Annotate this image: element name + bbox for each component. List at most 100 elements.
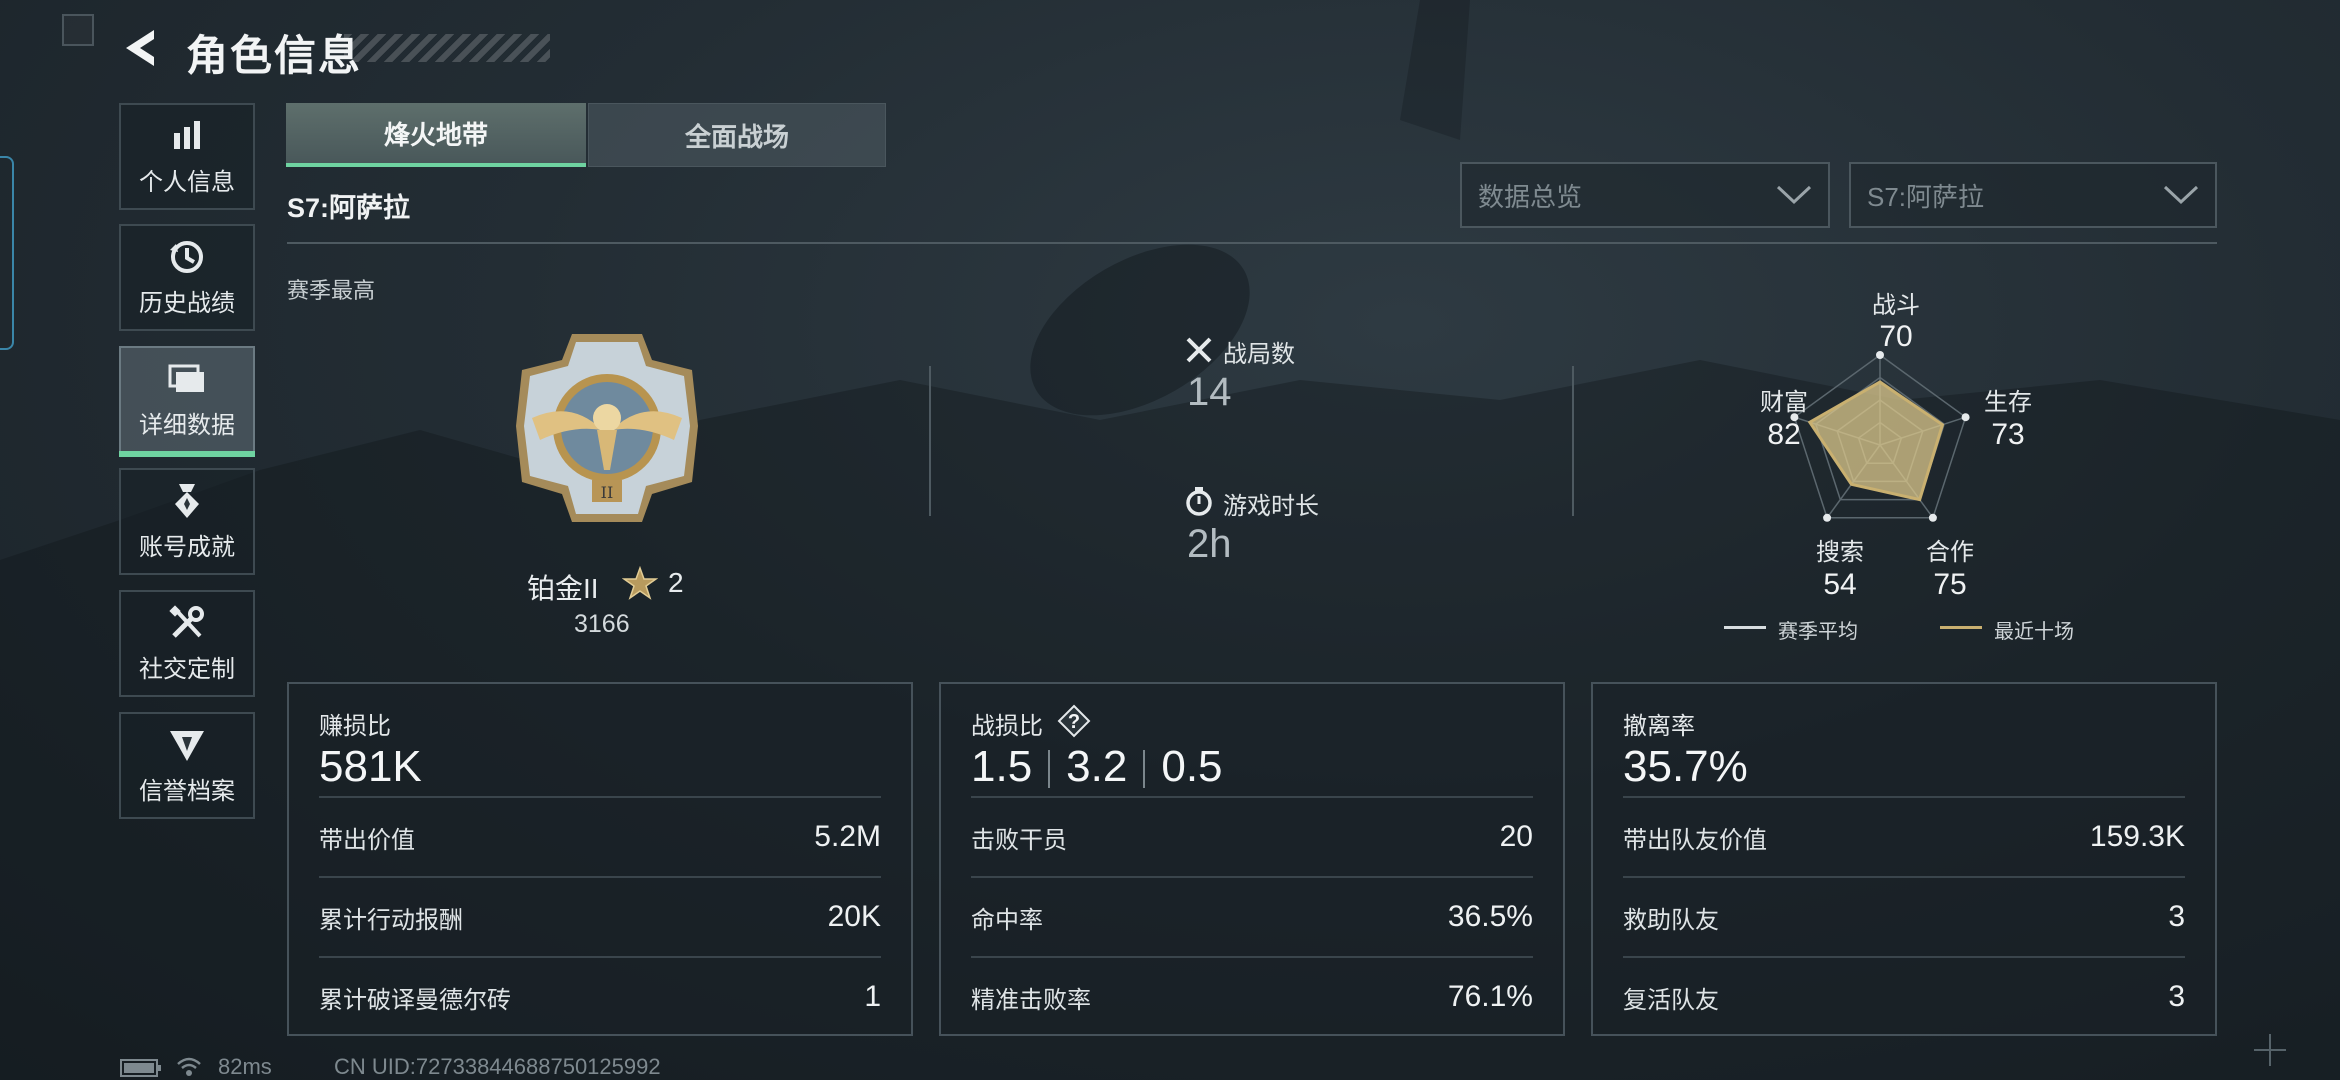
stopwatch-icon <box>1186 487 1212 516</box>
stat-row: 复活队友 3 <box>1623 956 2185 1036</box>
stat-row: 累计破译曼德尔砖 1 <box>319 956 881 1036</box>
profit-stats-card: 赚损比 581K 带出价值 5.2M 累计行动报酬 20K 累计破译曼德尔砖 1 <box>287 682 913 1036</box>
radar-axis-endpoint <box>1928 513 1937 522</box>
sidebar-item-achievements[interactable]: 账号成就 <box>119 468 255 575</box>
tab-full-battlefield[interactable]: 全面战场 <box>588 103 886 167</box>
sidebar-item-label: 历史战绩 <box>139 290 235 317</box>
extraction-rate-label: 撤离率 <box>1623 713 1695 740</box>
sidebar-item-label: 个人信息 <box>139 169 235 196</box>
history-clock-icon <box>167 237 207 277</box>
stat-label: 救助队友 <box>1623 906 1719 934</box>
radar-label-search: 搜索 <box>1816 539 1864 566</box>
tools-icon <box>167 603 207 643</box>
kd-value: 1.5 <box>971 742 1033 791</box>
radar-value-wealth: 82 <box>1767 418 1801 451</box>
radar-series-recent <box>1807 380 1945 502</box>
stat-row: 救助队友 3 <box>1623 876 2185 956</box>
legend-season-avg: 赛季平均 <box>1778 621 1858 643</box>
platinum-rank-emblem: II <box>516 334 698 522</box>
medal-icon <box>167 481 207 521</box>
stat-value: 3 <box>2168 980 2185 1013</box>
season-dropdown[interactable]: S7:阿萨拉 <box>1849 162 2217 228</box>
stat-value: 20 <box>1499 820 1533 853</box>
matches-value: 14 <box>1187 370 1232 414</box>
sidebar-item-label: 信誉档案 <box>139 778 235 805</box>
rank-name: 铂金II <box>527 573 599 604</box>
profit-ratio-value: 581K <box>319 742 422 791</box>
back-arrow-icon <box>126 30 154 66</box>
sidebar-item-detailed-data[interactable]: 详细数据 <box>119 346 255 457</box>
stat-label: 带出队友价值 <box>1623 826 1767 854</box>
crossed-swords-icon <box>1186 337 1212 363</box>
divider <box>1572 366 1574 516</box>
stat-value: 5.2M <box>814 820 881 853</box>
stat-label: 累计破译曼德尔砖 <box>319 986 511 1014</box>
side-edge-handle[interactable] <box>0 156 14 350</box>
stat-value: 76.1% <box>1447 980 1533 1013</box>
star-icon <box>622 566 658 600</box>
legend-swatch-recent <box>1940 626 1982 629</box>
stat-row: 带出队友价值 159.3K <box>1623 796 2185 876</box>
rank-score: 3166 <box>574 610 630 638</box>
shield-emblem-icon <box>167 725 207 765</box>
corner-square <box>62 14 94 46</box>
stat-label: 累计行动报酬 <box>319 906 463 934</box>
radar-axis-endpoint <box>1823 513 1832 522</box>
stat-value: 36.5% <box>1447 900 1533 933</box>
matches-label: 战局数 <box>1223 341 1295 368</box>
radar-label-combat: 战斗 <box>1872 292 1920 319</box>
folder-icon <box>167 359 207 399</box>
stat-label: 击败干员 <box>971 826 1067 854</box>
kd-stats-card: 战损比 ? 1.5 3.2 0.5 击败干员 20 命中率 36.5% 精准击败率 … <box>939 682 1565 1036</box>
sidebar-item-personal-info[interactable]: 个人信息 <box>119 103 255 210</box>
season-best-label: 赛季最高 <box>287 278 376 303</box>
stat-row: 击败干员 20 <box>971 796 1533 876</box>
crosshair-plus-icon <box>2254 1034 2286 1066</box>
dropdown-value: 数据总览 <box>1478 181 1583 212</box>
battery-icon <box>120 1059 161 1077</box>
tab-warzone[interactable]: 烽火地带 <box>286 103 586 167</box>
chevron-down-icon <box>1776 185 1812 205</box>
active-indicator <box>119 451 255 457</box>
sidebar-item-label: 社交定制 <box>139 656 235 683</box>
stat-value: 3 <box>2168 900 2185 933</box>
sidebar-item-reputation[interactable]: 信誉档案 <box>119 712 255 819</box>
sidebar-item-social-custom[interactable]: 社交定制 <box>119 590 255 697</box>
player-uid: CN UID:727338446887501259​92 <box>334 1054 661 1079</box>
stat-row: 累计行动报酬 20K <box>319 876 881 956</box>
season-title: S7:阿萨拉 <box>287 193 411 223</box>
radar-value-search: 54 <box>1823 568 1857 601</box>
legend-recent: 最近十场 <box>1994 621 2074 643</box>
title-decoration <box>344 34 550 62</box>
data-overview-dropdown[interactable]: 数据总览 <box>1460 162 1830 228</box>
kd-separator <box>1048 750 1051 789</box>
rank-stars: 2 <box>668 567 684 598</box>
svg-text:II: II <box>601 483 614 502</box>
extraction-stats-card: 撤离率 35.7% 带出队友价值 159.3K 救助队友 3 复活队友 3 <box>1591 682 2217 1036</box>
radar-label-wealth: 财富 <box>1760 389 1808 416</box>
radar-label-cooperation: 合作 <box>1926 539 1974 566</box>
play-time-label: 游戏时长 <box>1223 493 1319 520</box>
svg-text:?: ? <box>1068 711 1080 733</box>
sidebar-item-label: 账号成就 <box>139 534 235 561</box>
kd-value: 0.5 <box>1161 742 1223 791</box>
sidebar-item-history[interactable]: 历史战绩 <box>119 224 255 331</box>
stat-row: 命中率 36.5% <box>971 876 1533 956</box>
page-title: 角色信息 <box>186 32 363 79</box>
kd-ratio-label: 战损比 <box>971 713 1043 740</box>
stat-row: 带出价值 5.2M <box>319 796 881 876</box>
dropdown-value: S7:阿萨拉 <box>1867 181 1985 212</box>
stat-value: 20K <box>827 900 881 933</box>
radar-value-cooperation: 75 <box>1933 568 1967 601</box>
stat-value: 159.3K <box>2089 820 2185 853</box>
radar-label-survival: 生存 <box>1984 389 2032 416</box>
stat-label: 带出价值 <box>319 826 415 854</box>
stat-label: 命中率 <box>971 906 1043 934</box>
stat-label: 精准击败率 <box>971 986 1091 1014</box>
back-button[interactable] <box>118 24 166 72</box>
legend-swatch-season-avg <box>1724 626 1766 629</box>
help-icon[interactable]: ? <box>1057 704 1091 738</box>
divider <box>929 366 931 516</box>
play-time-value: 2h <box>1187 522 1232 566</box>
kd-value: 3.2 <box>1066 742 1128 791</box>
